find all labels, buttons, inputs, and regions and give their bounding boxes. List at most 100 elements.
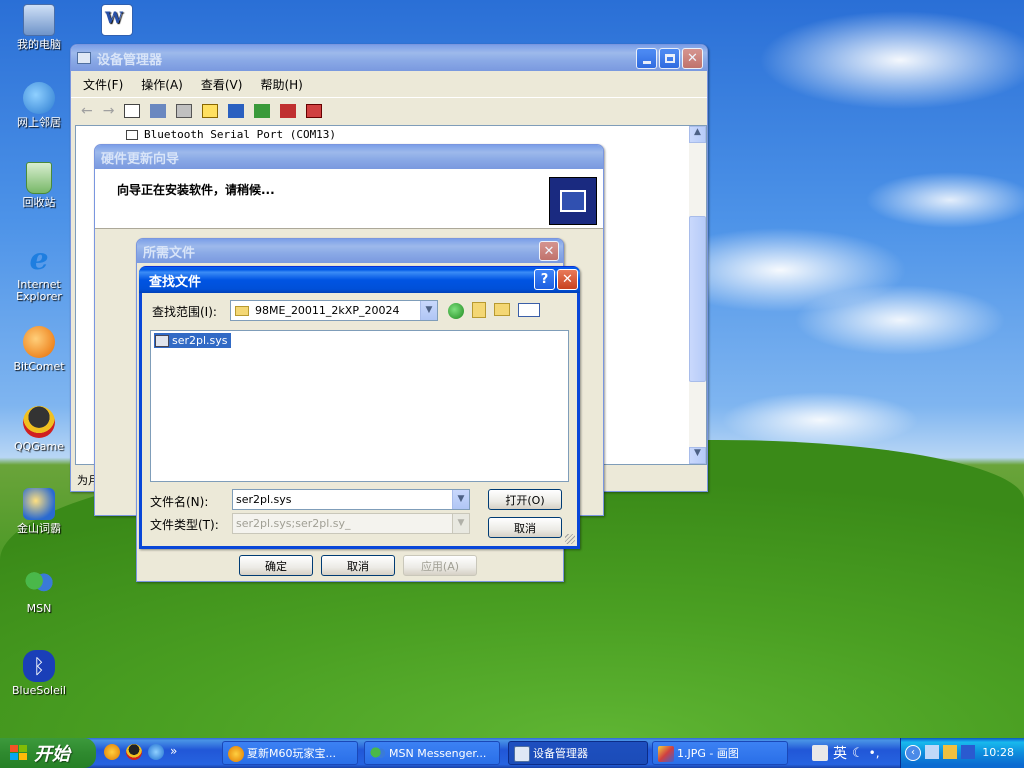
forward-arrow-icon[interactable]: → [103, 103, 115, 119]
minimize-button[interactable] [636, 48, 657, 69]
find-file-titlebar[interactable]: 查找文件 ? ✕ [139, 267, 580, 293]
folder-icon [235, 305, 249, 316]
qq-icon[interactable] [126, 744, 142, 760]
files-needed-titlebar[interactable]: 所需文件 ✕ [137, 239, 563, 263]
start-button[interactable]: 开始 [0, 738, 96, 768]
print-icon[interactable] [176, 103, 193, 118]
close-button[interactable]: ✕ [539, 241, 559, 261]
msn-icon [370, 746, 386, 762]
device-manager-titlebar[interactable]: 设备管理器 ✕ [71, 45, 707, 71]
desktop-icon-network[interactable]: 网上邻居 [2, 82, 76, 129]
system-file-icon [155, 334, 169, 347]
menu-action[interactable]: 操作(A) [141, 76, 183, 93]
internet-explorer-icon: e [29, 242, 49, 277]
quick-launch-more-icon[interactable]: » [170, 744, 177, 762]
back-arrow-icon[interactable]: ← [81, 103, 93, 119]
desktop-icon-label: 金山词霸 [17, 522, 61, 535]
recycle-bin-icon [26, 162, 52, 194]
disable-device-icon[interactable] [280, 103, 297, 118]
file-list[interactable]: ser2pl.sys [150, 330, 569, 482]
scroll-thumb[interactable] [689, 216, 706, 382]
task-paint[interactable]: 1.JPG - 画图 [652, 741, 788, 765]
task-device-manager[interactable]: 设备管理器 [508, 741, 648, 765]
msn-icon [23, 568, 55, 600]
desktop-icon-label: BitComet [13, 360, 65, 373]
filename-label: 文件名(N): [150, 495, 209, 509]
update-driver-icon[interactable] [254, 103, 271, 118]
desktop-icon-label: 我的电脑 [17, 38, 61, 51]
desktop-icon-qqgame[interactable]: QQGame [2, 406, 76, 453]
desktop-icon-ie[interactable]: e Internet Explorer [2, 244, 76, 303]
filetype-dropdown[interactable]: ser2pl.sys;ser2pl.sy_ ▼ [232, 513, 470, 534]
back-icon[interactable] [448, 303, 464, 319]
filename-combobox[interactable]: ser2pl.sys ▼ [232, 489, 470, 510]
moon-icon[interactable]: ☾ [852, 746, 864, 761]
ime-icon[interactable] [812, 745, 828, 761]
scan-hardware-icon[interactable] [228, 103, 245, 118]
desktop-icon-word-doc[interactable]: W [80, 4, 154, 39]
chevron-down-icon[interactable]: ▼ [452, 514, 469, 533]
new-folder-icon[interactable] [494, 303, 510, 316]
close-button[interactable]: ✕ [682, 48, 703, 69]
menu-file[interactable]: 文件(F) [83, 76, 123, 93]
tray-app-icon[interactable] [961, 745, 975, 759]
taskbar: 开始 » 夏新M60玩家宝... MSN Messenger... 设备管理器 … [0, 738, 1024, 768]
cancel-button[interactable]: 取消 [321, 555, 395, 576]
menu-help[interactable]: 帮助(H) [260, 76, 302, 93]
window-title: 设备管理器 [97, 52, 163, 68]
show-hide-tree-icon[interactable] [124, 103, 141, 118]
clock[interactable]: 10:28 [982, 746, 1014, 759]
desktop-icon-kingsoft[interactable]: 金山词霸 [2, 488, 76, 535]
wizard-header: 向导正在安装软件，请稍候... [95, 169, 603, 229]
desktop-icon-msn[interactable]: MSN [2, 568, 76, 615]
punctuation-icon[interactable]: •, [869, 746, 880, 760]
help-button[interactable]: ? [534, 269, 555, 290]
tree-item-label: Bluetooth Serial Port (COM13) [144, 128, 337, 141]
filename-input[interactable]: ser2pl.sys [236, 493, 292, 506]
device-manager-icon [514, 746, 530, 762]
help-icon[interactable] [202, 103, 219, 118]
network-places-icon [23, 82, 55, 114]
resize-grip-icon[interactable] [565, 534, 575, 544]
vertical-scrollbar[interactable]: ▲ ▼ [689, 126, 706, 464]
maximize-button[interactable] [659, 48, 680, 69]
ok-button[interactable]: 确定 [239, 555, 313, 576]
windows-logo-icon [10, 745, 28, 761]
tray-expand-icon[interactable]: ‹ [905, 745, 921, 761]
task-m60[interactable]: 夏新M60玩家宝... [222, 741, 358, 765]
desktop-icon-recycle-bin[interactable]: 回收站 [2, 162, 76, 209]
up-one-level-icon[interactable] [472, 302, 486, 318]
bluesoleil-icon: ᛒ [23, 650, 55, 682]
ime-mode-label[interactable]: 英 [833, 743, 847, 763]
task-label: MSN Messenger... [389, 746, 487, 760]
properties-icon[interactable] [150, 103, 167, 118]
ie-icon[interactable] [148, 744, 164, 760]
open-button[interactable]: 打开(O) [488, 489, 562, 510]
uninstall-device-icon[interactable] [306, 103, 323, 118]
close-button[interactable]: ✕ [557, 269, 578, 290]
scroll-up-icon[interactable]: ▲ [689, 126, 706, 143]
desktop-icon-my-computer[interactable]: 我的电脑 [2, 4, 76, 51]
hardware-wizard-titlebar[interactable]: 硬件更新向导 [95, 145, 603, 169]
menu-bar: 文件(F) 操作(A) 查看(V) 帮助(H) [71, 73, 707, 95]
chevron-down-icon[interactable]: ▼ [420, 301, 437, 320]
chevron-down-icon[interactable]: ▼ [452, 490, 469, 509]
network-tray-icon[interactable] [925, 745, 939, 759]
file-item-ser2pl-sys[interactable]: ser2pl.sys [154, 333, 231, 348]
cancel-button[interactable]: 取消 [488, 517, 562, 538]
minimize-icon [642, 61, 651, 64]
look-in-label: 查找范围(I): [152, 305, 217, 319]
desktop-icon-bitcomet[interactable]: BitComet [2, 326, 76, 373]
view-menu-icon[interactable] [518, 303, 540, 317]
tree-item-bluetooth-serial[interactable]: Bluetooth Serial Port (COM13) [126, 128, 336, 141]
apply-button[interactable]: 应用(A) [403, 555, 477, 576]
desktop-icon-label: Internet Explorer [16, 278, 62, 303]
menu-view[interactable]: 查看(V) [201, 76, 243, 93]
task-msn[interactable]: MSN Messenger... [364, 741, 500, 765]
quick-launch-app-icon[interactable] [104, 744, 120, 760]
scroll-down-icon[interactable]: ▼ [689, 447, 706, 464]
desktop-icon-bluesoleil[interactable]: ᛒ BlueSoleil [2, 650, 76, 697]
security-tray-icon[interactable] [943, 745, 957, 759]
desktop-icon-label: 回收站 [22, 196, 56, 209]
look-in-dropdown[interactable]: 98ME_20011_2kXP_20024 ▼ [230, 300, 438, 321]
